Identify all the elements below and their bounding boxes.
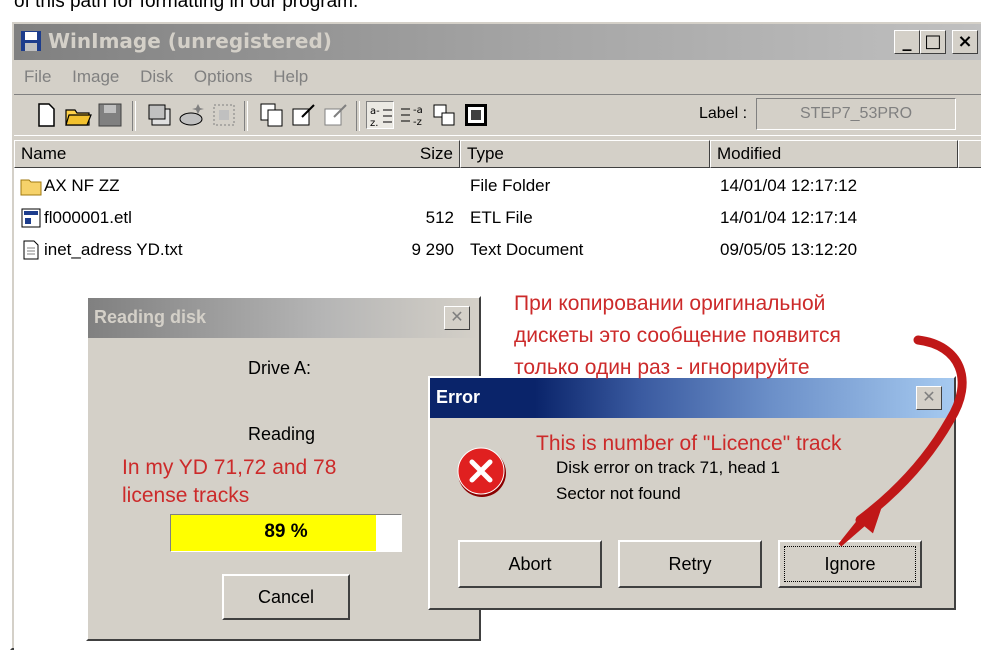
annotation-ru-line3: только один раз - игнорируйте	[514, 356, 810, 379]
toolbar: a-z. -a -z Label : STEP7_53PRO	[14, 94, 981, 136]
file-type: ETL File	[470, 208, 533, 227]
retry-button[interactable]: Retry	[618, 540, 762, 588]
menu-bar: File Image Disk Options Help	[14, 62, 314, 92]
reading-dialog-title: Reading disk	[94, 307, 207, 327]
info-icon[interactable]	[462, 101, 490, 129]
menu-options[interactable]: Options	[194, 62, 253, 92]
svg-text:a-: a-	[370, 106, 380, 117]
file-name: fl000001.etl	[44, 208, 132, 227]
file-type: Text Document	[470, 240, 584, 259]
menu-help[interactable]: Help	[273, 62, 308, 92]
toolbar-separator	[356, 101, 360, 131]
label-caption: Label :	[699, 105, 748, 122]
ignore-button[interactable]: Ignore	[778, 540, 922, 588]
error-dialog: Error ✕ Disk error on track 71, head 1 S…	[428, 376, 956, 610]
reading-dialog-title-bar[interactable]: Reading disk ✕	[88, 298, 479, 338]
file-type: File Folder	[470, 176, 551, 195]
column-header-name[interactable]: Name Size	[14, 140, 460, 168]
open-folder-icon[interactable]	[64, 101, 92, 129]
file-name: inet_adress YD.txt	[44, 240, 183, 259]
properties-icon[interactable]	[322, 101, 350, 129]
save-icon[interactable]	[96, 101, 124, 129]
file-size: 512	[425, 208, 454, 227]
column-size-label: Size	[419, 144, 453, 163]
minimize-button[interactable]: _	[894, 30, 920, 54]
menu-disk[interactable]: Disk	[140, 62, 173, 92]
error-message-line1: Disk error on track 71, head 1	[556, 458, 780, 477]
annotation-ru-line1: При копировании оригинальной	[514, 292, 826, 315]
file-modified: 09/05/05 13:12:20	[720, 240, 858, 259]
annotation-yd-line2: license tracks	[122, 484, 250, 507]
extract-icon[interactable]	[258, 101, 286, 129]
list-item[interactable]: AX NF ZZ File Folder 14/01/04 12:17:12	[14, 172, 981, 202]
menu-image[interactable]: Image	[72, 62, 119, 92]
read-disk-icon[interactable]	[146, 101, 174, 129]
column-header-modified[interactable]: Modified	[710, 140, 958, 168]
progress-bar: 89 %	[170, 514, 402, 552]
new-file-icon[interactable]	[32, 101, 60, 129]
page-caption: of this path for formatting in our progr…	[14, 0, 359, 12]
focus-ring	[784, 546, 916, 582]
view-icon[interactable]	[430, 101, 458, 129]
folder-icon	[20, 179, 42, 196]
title-bar[interactable]: WinImage (unregistered) _ □ ×	[14, 24, 981, 60]
window-title: WinImage (unregistered)	[48, 29, 332, 53]
abort-button[interactable]: Abort	[458, 540, 602, 588]
progress-label: 89 %	[264, 521, 308, 542]
svg-text:-z: -z	[413, 117, 422, 128]
text-file-icon	[23, 240, 39, 260]
maximize-button[interactable]: □	[920, 30, 946, 54]
menu-file[interactable]: File	[24, 62, 51, 92]
inject-icon[interactable]	[290, 101, 318, 129]
drive-label: Drive A:	[248, 358, 312, 378]
cancel-button[interactable]: Cancel	[222, 574, 350, 620]
error-icon	[457, 447, 506, 497]
sort-descending-icon[interactable]: -a -z	[398, 101, 426, 129]
toolbar-separator	[132, 101, 136, 131]
sort-ascending-icon[interactable]: a-z.	[366, 101, 394, 129]
list-item[interactable]: fl000001.etl 512 ETL File 14/01/04 12:17…	[14, 204, 981, 234]
file-modified: 14/01/04 12:17:12	[720, 176, 858, 195]
annotation-ru-line2: дискеты это сообщение появится	[514, 324, 841, 347]
floppy-disk-icon	[21, 31, 41, 51]
svg-text:z.: z.	[370, 118, 378, 129]
error-message-line2: Sector not found	[556, 484, 681, 503]
etl-file-icon	[21, 208, 41, 228]
reading-status: Reading	[248, 424, 316, 444]
file-size: 9 290	[411, 240, 454, 259]
column-header-type[interactable]: Type	[460, 140, 710, 168]
reading-dialog-close-icon[interactable]: ✕	[444, 306, 470, 330]
error-dialog-title: Error	[436, 387, 481, 407]
column-name-label: Name	[21, 144, 67, 163]
file-name: AX NF ZZ	[44, 176, 120, 195]
format-disk-icon[interactable]	[210, 101, 238, 129]
error-dialog-close-icon[interactable]: ✕	[916, 386, 942, 410]
close-button[interactable]: ×	[952, 30, 978, 54]
error-dialog-title-bar[interactable]: Error ✕	[430, 378, 954, 418]
annotation-yd-line1: In my YD 71,72 and 78	[122, 456, 337, 479]
annotation-licence-track: This is number of "Licence" track	[536, 432, 842, 455]
column-header-extra[interactable]	[958, 140, 981, 168]
volume-label-field[interactable]: STEP7_53PRO	[756, 98, 956, 130]
toolbar-separator	[244, 101, 248, 131]
write-disk-icon[interactable]	[178, 101, 206, 129]
list-item[interactable]: inet_adress YD.txt 9 290 Text Document 0…	[14, 236, 981, 266]
file-modified: 14/01/04 12:17:14	[720, 208, 858, 227]
svg-text:-a: -a	[413, 105, 423, 116]
